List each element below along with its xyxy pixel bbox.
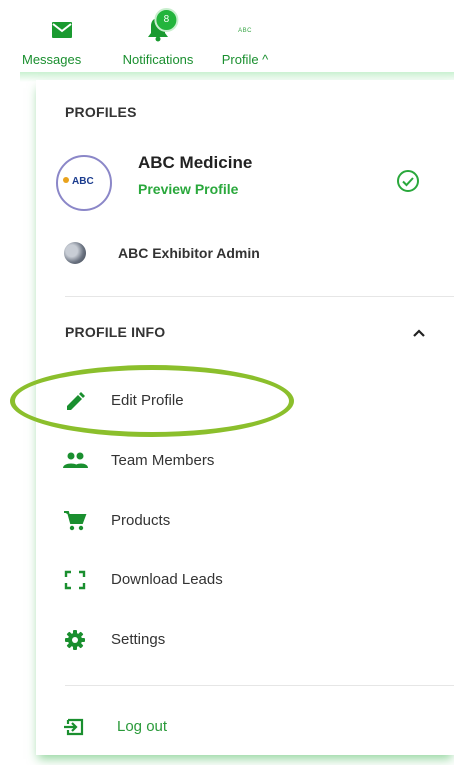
menu-label: Products <box>111 512 171 529</box>
gear-icon <box>65 630 85 650</box>
logout-button[interactable]: Log out <box>62 710 414 744</box>
profile-info-title: PROFILE INFO <box>65 324 166 340</box>
profile-name: ABC Medicine <box>138 153 253 172</box>
notifications-badge: 8 <box>154 8 179 32</box>
menu-label: Team Members <box>111 452 215 469</box>
logout-icon <box>64 718 84 736</box>
nav-messages[interactable]: Messages <box>0 0 112 80</box>
profile-abc-medicine[interactable]: ABC ABC Medicine Preview Profile <box>56 153 444 211</box>
profile-abc-exhibitor-admin[interactable]: ABC Exhibitor Admin <box>118 245 260 261</box>
divider <box>65 296 454 297</box>
pencil-icon <box>67 392 85 410</box>
people-icon <box>63 452 88 468</box>
cart-icon <box>64 511 87 531</box>
nav-notifications-label: Notifications <box>122 52 194 67</box>
scan-frame-icon <box>64 570 86 590</box>
logo-mark <box>63 177 69 183</box>
profiles-title: PROFILES <box>65 104 137 120</box>
menu-label: Download Leads <box>111 571 223 588</box>
divider <box>65 685 454 686</box>
exhibitor-avatar <box>64 242 86 264</box>
chevron-up-icon[interactable] <box>412 328 426 338</box>
menu-download-leads[interactable]: Download Leads <box>62 563 414 597</box>
check-circle-icon <box>397 170 419 192</box>
nav-profile-label: Profile ^ <box>221 52 269 67</box>
menu-team-members[interactable]: Team Members <box>62 444 414 478</box>
preview-profile-link[interactable]: Preview Profile <box>138 181 238 197</box>
abc-logo: ABC <box>56 155 112 211</box>
menu-label: Edit Profile <box>111 392 184 409</box>
mail-icon <box>52 22 72 38</box>
top-nav: Messages 8 Notifications ABC Profile ^ <box>0 0 454 82</box>
nav-profile-logo: ABC <box>238 28 252 34</box>
menu-label: Settings <box>111 631 166 648</box>
menu-label: Log out <box>117 718 168 735</box>
nav-profile[interactable]: ABC Profile ^ <box>210 0 280 80</box>
menu-edit-profile[interactable]: Edit Profile <box>62 384 414 418</box>
menu-settings[interactable]: Settings <box>62 623 414 657</box>
nav-notifications[interactable]: 8 Notifications <box>108 0 208 80</box>
profile-menu: PROFILES ABC ABC Medicine Preview Profil… <box>36 80 454 755</box>
nav-messages-label: Messages <box>22 52 82 67</box>
menu-products[interactable]: Products <box>62 504 414 538</box>
logo-text: ABC <box>72 176 94 187</box>
